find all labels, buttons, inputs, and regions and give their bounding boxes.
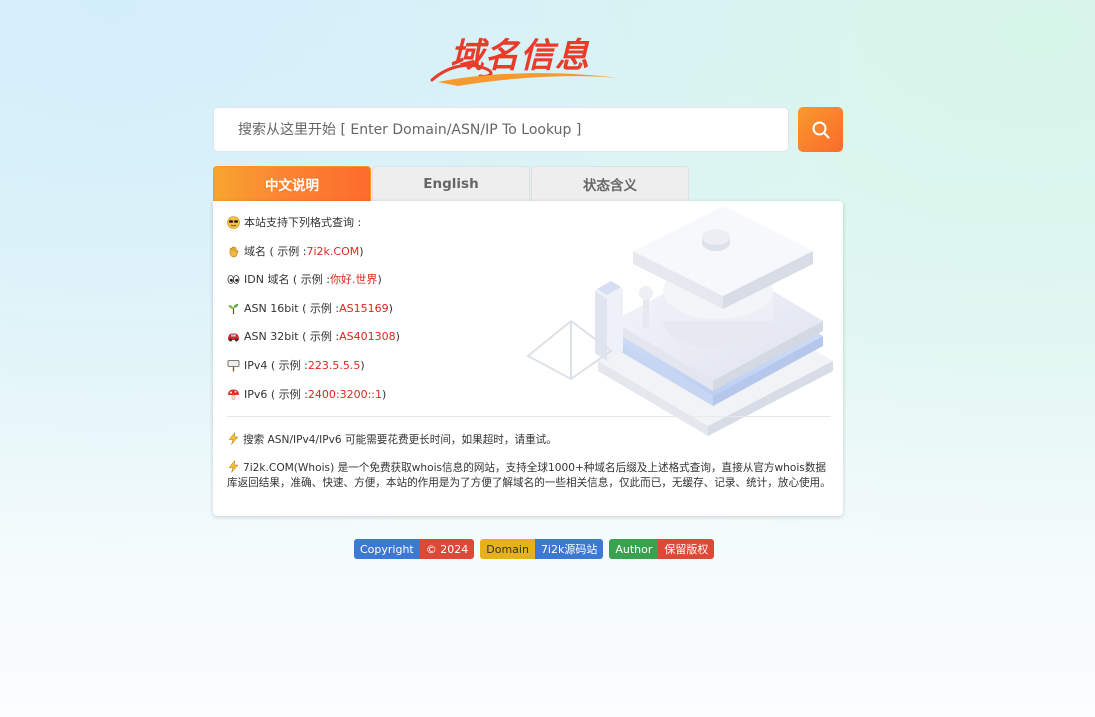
car-icon xyxy=(228,333,239,341)
example-value[interactable]: 223.5.5.5 xyxy=(308,359,360,372)
badge-label: Domain xyxy=(480,539,535,559)
badge-value: © 2024 xyxy=(419,539,475,559)
hand-icon xyxy=(229,246,239,257)
lightning-icon xyxy=(228,432,239,445)
sprout-icon xyxy=(228,303,239,314)
example-row-asn32: ASN 32bit ( 示例 : AS401308 ) xyxy=(227,328,400,344)
note-about-text: 7i2k.COM(Whois) 是一个免费获取whois信息的网站，支持全球10… xyxy=(227,462,831,489)
badge-value: 保留版权 xyxy=(658,539,715,559)
domain-badge[interactable]: Domain 7i2k源码站 xyxy=(480,539,604,559)
badge-value: 7i2k源码站 xyxy=(534,539,604,559)
example-row-idn: IDN 域名 ( 示例 : 你好.世界 ) xyxy=(227,271,382,287)
logo-swoosh-icon xyxy=(430,63,618,86)
example-row-ipv4: IPv4 ( 示例 : 223.5.5.5 ) xyxy=(227,357,365,373)
note-about: 7i2k.COM(Whois) 是一个免费获取whois信息的网站，支持全球10… xyxy=(227,460,831,490)
example-suffix: ) xyxy=(388,301,393,315)
author-badge[interactable]: Author 保留版权 xyxy=(609,539,715,559)
mushroom-icon xyxy=(228,389,239,400)
example-value[interactable]: 7i2k.COM xyxy=(307,245,360,258)
note-timeout-text: 搜索 ASN/IPv4/IPv6 可能需要花费更长时间，如果超时，请重试。 xyxy=(243,434,557,446)
example-row-ipv6: IPv6 ( 示例 : 2400:3200::1 ) xyxy=(227,386,386,402)
sign-icon xyxy=(227,359,240,371)
panel-divider xyxy=(227,416,831,417)
example-prefix: IPv4 ( 示例 : xyxy=(244,359,308,372)
example-prefix: IPv6 ( 示例 : xyxy=(244,388,308,401)
search-button[interactable] xyxy=(798,107,843,152)
example-suffix: ) xyxy=(377,272,382,286)
eyes-icon xyxy=(227,274,240,284)
example-suffix: ) xyxy=(381,387,387,401)
site-logo[interactable]: 域名信息 xyxy=(428,28,624,86)
example-prefix: 域名 ( 示例 : xyxy=(244,245,307,258)
badge-label: Author xyxy=(609,539,659,559)
search-input[interactable] xyxy=(213,107,789,152)
note-timeout: 搜索 ASN/IPv4/IPv6 可能需要花费更长时间，如果超时，请重试。 xyxy=(227,432,831,448)
example-suffix: ) xyxy=(359,244,364,258)
example-value[interactable]: AS15169 xyxy=(339,302,389,315)
lightning-icon xyxy=(228,460,239,473)
example-value[interactable]: 2400:3200::1 xyxy=(308,388,382,401)
sunglasses-icon xyxy=(227,215,240,229)
example-suffix: ) xyxy=(395,329,400,343)
info-panel: 本站支持下列格式查询 : 域名 ( 示例 : 7i2k.COM ) IDN 域名… xyxy=(213,201,843,516)
footer-badges: Copyright © 2024 Domain 7i2k源码站 Author 保… xyxy=(354,539,720,559)
intro-row: 本站支持下列格式查询 : xyxy=(227,214,361,230)
example-value[interactable]: AS401308 xyxy=(339,330,396,343)
example-row-asn16: ASN 16bit ( 示例 : AS15169 ) xyxy=(227,300,393,316)
example-value[interactable]: 你好.世界 xyxy=(330,271,378,287)
tab-chinese[interactable]: 中文说明 xyxy=(213,166,371,201)
search-icon xyxy=(812,121,830,139)
example-prefix: ASN 16bit ( 示例 : xyxy=(244,302,340,315)
tab-english[interactable]: English xyxy=(372,166,530,201)
example-row-domain: 域名 ( 示例 : 7i2k.COM ) xyxy=(227,243,364,259)
tab-status-meaning[interactable]: 状态含义 xyxy=(531,166,689,201)
tab-bar: 中文说明 English 状态含义 xyxy=(213,166,690,201)
search-bar xyxy=(213,107,843,152)
copyright-badge[interactable]: Copyright © 2024 xyxy=(354,539,475,559)
intro-text: 本站支持下列格式查询 : xyxy=(244,216,362,229)
example-prefix: IDN 域名 ( 示例 : xyxy=(244,273,330,286)
example-prefix: ASN 32bit ( 示例 : xyxy=(244,330,340,343)
server-illustration xyxy=(526,206,833,436)
badge-label: Copyright xyxy=(354,539,420,559)
example-suffix: ) xyxy=(360,358,365,372)
